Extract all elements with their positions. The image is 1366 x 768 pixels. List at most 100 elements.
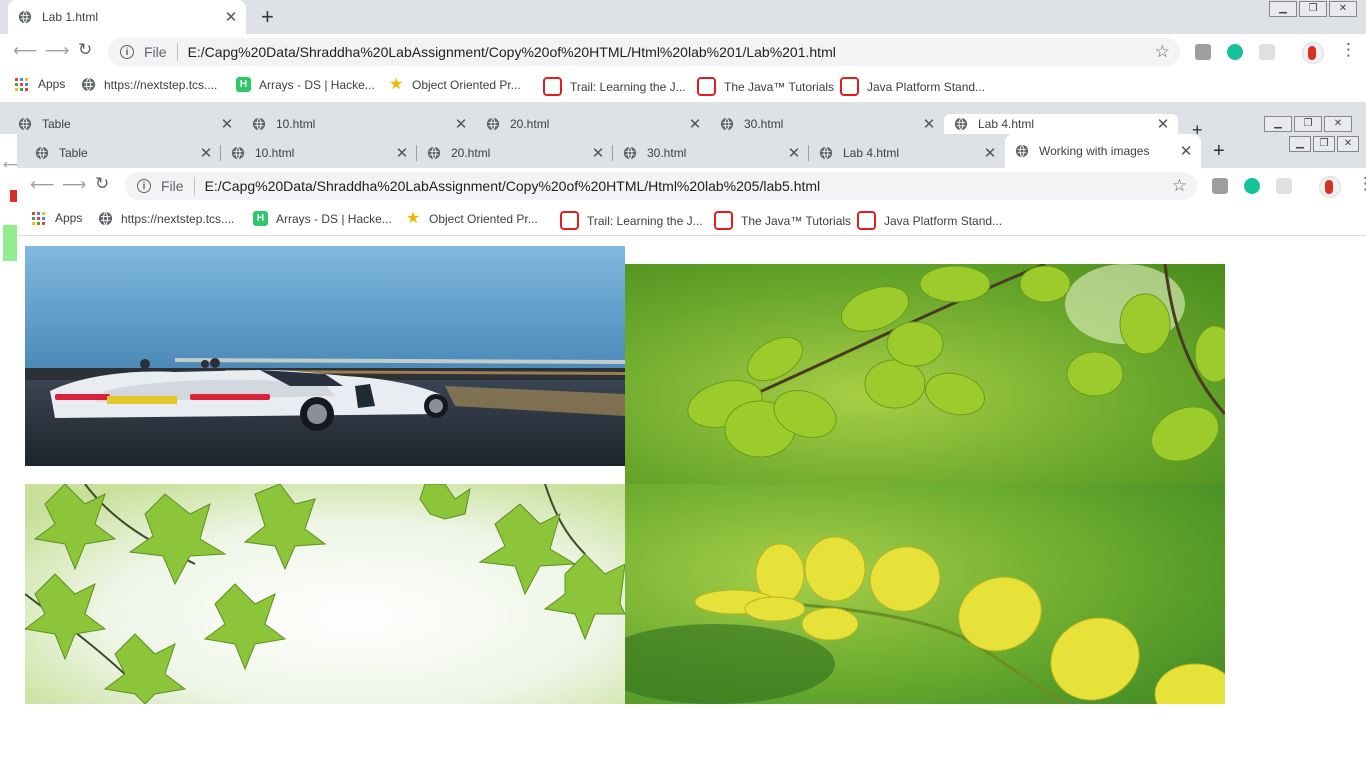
bookmark-star-icon[interactable]: ☆	[1155, 42, 1170, 62]
front-tab-10[interactable]: 10.html ✕	[221, 136, 417, 170]
tab-title: Working with images	[1039, 144, 1150, 158]
bookmark-star-icon[interactable]: ☆	[1172, 176, 1187, 196]
bookmark-label: Trail: Learning the J...	[587, 213, 703, 228]
minimize-icon[interactable]: ▁	[1289, 136, 1311, 152]
back-window-toolbar: ⟵ ⟶ ↻ i File E:/Capg%20Data/Shraddha%20L…	[0, 34, 1366, 70]
close-window-icon[interactable]: ✕	[1337, 136, 1359, 152]
bookmark-apps[interactable]: Apps	[15, 77, 65, 91]
middle-tab-table[interactable]: Table ✕	[8, 114, 242, 134]
reload-icon[interactable]: ↻	[95, 174, 109, 194]
front-tab-working-with-images[interactable]: Working with images ✕	[1005, 134, 1201, 168]
bookmark-trail[interactable]: Trail: Learning the J...	[560, 211, 703, 230]
bookmark-java-platform[interactable]: Java Platform Stand...	[857, 211, 1002, 230]
extension-icon[interactable]	[1276, 178, 1292, 194]
extension-icon[interactable]	[1212, 178, 1228, 194]
front-tab-table[interactable]: Table ✕	[25, 136, 221, 170]
minimize-icon[interactable]: ▁	[1269, 1, 1297, 17]
forward-arrow-icon[interactable]: ⟶	[45, 41, 69, 61]
bookmark-label: Trail: Learning the J...	[570, 79, 686, 94]
back-arrow-icon[interactable]: ⟵	[30, 175, 54, 195]
bookmark-java-tutorials[interactable]: The Java™ Tutorials	[697, 77, 834, 96]
hackerrank-icon: H	[253, 211, 268, 226]
back-address-bar[interactable]: i File E:/Capg%20Data/Shraddha%20LabAssi…	[108, 38, 1180, 66]
back-window-tab-strip: Lab 1.html ✕ + ▁ ❐ ✕	[0, 0, 1366, 34]
bookmark-java-platform[interactable]: Java Platform Stand...	[840, 77, 985, 96]
star-bookmark-icon: ★	[389, 76, 404, 93]
extension-icon[interactable]	[1259, 44, 1275, 60]
bookmark-oop[interactable]: ★ Object Oriented Pr...	[389, 76, 521, 93]
menu-icon[interactable]: ⋮	[1357, 174, 1366, 194]
back-arrow-icon[interactable]: ⟵	[13, 41, 37, 61]
globe-icon	[35, 146, 49, 160]
forward-arrow-icon[interactable]: ⟶	[62, 175, 86, 195]
close-window-icon[interactable]: ✕	[1329, 1, 1357, 17]
new-tab-button[interactable]: +	[261, 6, 274, 28]
grammarly-icon[interactable]	[1244, 178, 1260, 194]
car-photo-svg	[25, 246, 625, 466]
maple-photo-svg	[25, 484, 625, 704]
grammarly-icon[interactable]	[1227, 44, 1243, 60]
restore-icon[interactable]: ❐	[1313, 136, 1335, 152]
globe-icon	[819, 146, 833, 160]
extension-icon[interactable]	[1195, 44, 1211, 60]
oracle-icon	[714, 211, 733, 230]
bookmark-oop[interactable]: ★ Object Oriented Pr...	[406, 210, 538, 227]
bookmark-label: https://nextstep.tcs....	[121, 211, 235, 226]
close-icon[interactable]: ✕	[785, 144, 803, 162]
tab-title: 30.html	[647, 146, 687, 160]
new-tab-button[interactable]: +	[1213, 141, 1225, 161]
middle-tab-lab4[interactable]: Lab 4.html ✕	[944, 114, 1178, 134]
window-controls: ▁ ❐ ✕	[1289, 136, 1361, 152]
close-icon[interactable]: ✕	[1177, 142, 1195, 160]
info-icon[interactable]: i	[137, 179, 151, 193]
close-icon[interactable]: ✕	[981, 144, 999, 162]
bookmark-nextstep[interactable]: https://nextstep.tcs....	[98, 211, 234, 226]
menu-icon[interactable]: ⋮	[1340, 40, 1357, 60]
front-tab-lab4[interactable]: Lab 4.html ✕	[809, 136, 1005, 170]
info-icon[interactable]: i	[120, 45, 134, 59]
bookmark-hackerrank[interactable]: H Arrays - DS | Hacke...	[253, 211, 392, 226]
bookmark-apps[interactable]: Apps	[32, 211, 82, 225]
front-tab-20[interactable]: 20.html ✕	[417, 136, 613, 170]
close-icon[interactable]: ✕	[920, 115, 938, 133]
bookmark-trail[interactable]: Trail: Learning the J...	[543, 77, 686, 96]
star-bookmark-icon: ★	[406, 210, 421, 227]
bookmark-nextstep[interactable]: https://nextstep.tcs....	[81, 77, 217, 92]
globe-icon	[98, 211, 113, 226]
tab-title: 20.html	[510, 117, 550, 131]
tab-title: Table	[59, 146, 88, 160]
bookmark-java-tutorials[interactable]: The Java™ Tutorials	[714, 211, 851, 230]
close-icon[interactable]: ✕	[197, 144, 215, 162]
close-icon[interactable]: ✕	[1154, 115, 1172, 133]
bookmark-hackerrank[interactable]: H Arrays - DS | Hacke...	[236, 77, 375, 92]
bookmark-label: Object Oriented Pr...	[429, 211, 538, 226]
close-icon[interactable]: ✕	[686, 115, 704, 133]
separator	[193, 177, 195, 195]
file-label: File	[144, 44, 167, 60]
restore-icon[interactable]: ❐	[1294, 116, 1322, 132]
apps-grid-icon	[15, 77, 28, 91]
globe-icon	[486, 117, 500, 131]
yellow-leaves-image	[625, 484, 1225, 704]
minimize-icon[interactable]: ▁	[1264, 116, 1292, 132]
profile-figure-icon	[1325, 180, 1333, 194]
url-text: E:/Capg%20Data/Shraddha%20LabAssignment/…	[187, 44, 836, 60]
close-window-icon[interactable]: ✕	[1324, 116, 1352, 132]
middle-tab-10[interactable]: 10.html ✕	[242, 114, 476, 134]
front-tab-30[interactable]: 30.html ✕	[613, 136, 809, 170]
globe-icon	[720, 117, 734, 131]
close-icon[interactable]: ✕	[393, 144, 411, 162]
back-tab-lab1[interactable]: Lab 1.html ✕	[8, 0, 246, 34]
close-icon[interactable]: ✕	[589, 144, 607, 162]
close-icon[interactable]: ✕	[222, 8, 240, 26]
close-icon[interactable]: ✕	[218, 115, 236, 133]
middle-tab-30[interactable]: 30.html ✕	[710, 114, 944, 134]
tab-title: 20.html	[451, 146, 491, 160]
globe-icon	[18, 10, 32, 24]
green-leaves-image	[625, 264, 1225, 484]
close-icon[interactable]: ✕	[452, 115, 470, 133]
middle-tab-20[interactable]: 20.html ✕	[476, 114, 710, 134]
front-address-bar[interactable]: i File E:/Capg%20Data/Shraddha%20LabAssi…	[125, 172, 1197, 200]
reload-icon[interactable]: ↻	[78, 40, 92, 60]
restore-icon[interactable]: ❐	[1299, 1, 1327, 17]
